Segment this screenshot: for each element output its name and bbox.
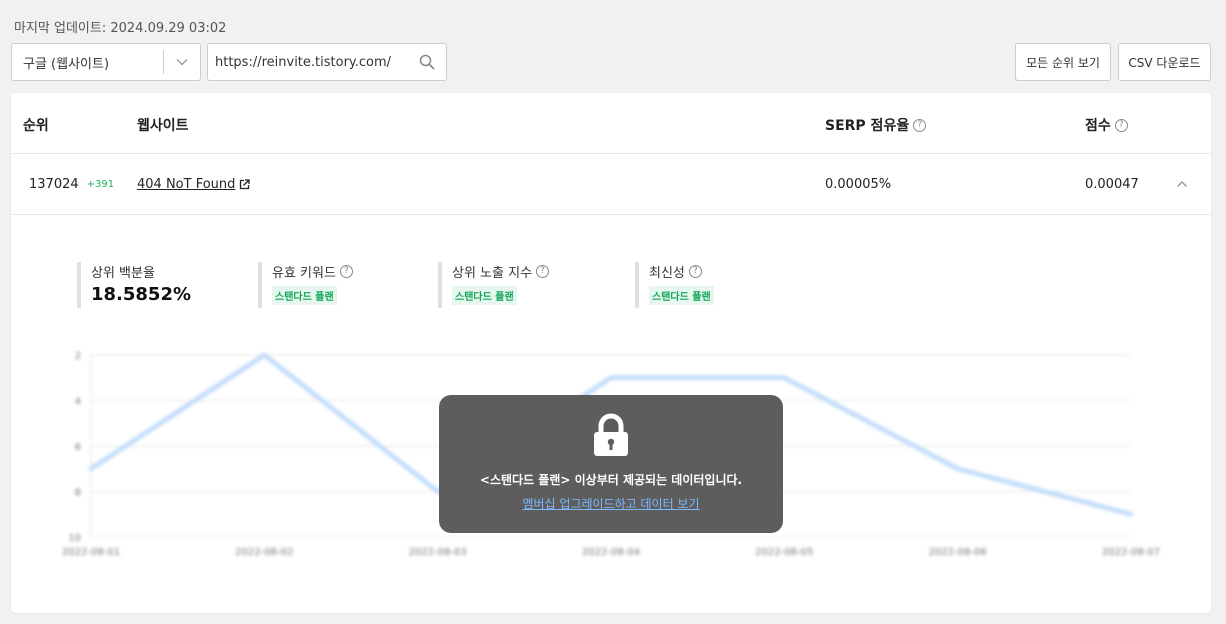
data-point (262, 353, 266, 357)
x-tick-label: 2022-08-06 (929, 547, 987, 558)
y-tick-label: 2 (75, 351, 81, 362)
column-website: 웹사이트 (137, 118, 189, 134)
column-rank: 순위 (23, 118, 49, 134)
website-link[interactable]: 404 NoT Found (137, 177, 235, 192)
view-all-rankings-button[interactable]: 모든 순위 보기 (1015, 43, 1111, 81)
metric-label-row: 최신성 ? (649, 262, 714, 281)
metric-exposure-index: 상위 노출 지수 ? 스탠다드 플랜 (438, 262, 550, 308)
metric-label-row: 상위 노출 지수 ? (452, 262, 550, 281)
column-serp: SERP 점유율 ? (825, 115, 927, 135)
data-point (956, 467, 960, 471)
upgrade-message: <스탠다드 플랜> 이상부터 제공되는 데이터입니다. (479, 473, 743, 487)
plan-badge: 스탠다드 플랜 (452, 286, 517, 305)
chevron-down-icon[interactable] (164, 58, 200, 66)
y-tick-label: 8 (75, 488, 81, 499)
plan-badge: 스탠다드 플랜 (649, 286, 714, 305)
x-tick-label: 2022-08-01 (62, 547, 120, 558)
column-score: 점수 ? (1085, 115, 1128, 135)
lock-icon (591, 413, 631, 461)
score-value: 0.00047 (1085, 177, 1139, 192)
data-point (609, 376, 613, 380)
metric-valid-keywords: 유효 키워드 ? 스탠다드 플랜 (258, 262, 353, 308)
rank-change-badge: +391 (86, 179, 115, 190)
y-tick-label: 4 (75, 397, 81, 408)
help-icon[interactable]: ? (913, 118, 927, 132)
serp-value: 0.00005% (825, 177, 892, 192)
csv-download-button[interactable]: CSV 다운로드 (1118, 43, 1211, 81)
x-tick-label: 2022-08-02 (235, 547, 293, 558)
engine-select[interactable]: 구글 (웹사이트) (11, 43, 201, 81)
metric-top-percentile: 상위 백분율 18.5852% (77, 262, 191, 308)
metric-label: 상위 백분율 (91, 266, 155, 281)
y-tick-label: 6 (75, 442, 81, 453)
data-point (1129, 512, 1133, 516)
help-icon[interactable]: ? (688, 265, 702, 278)
metric-value: 18.5852% (91, 284, 192, 305)
help-icon[interactable]: ? (1114, 118, 1128, 132)
data-point (89, 467, 93, 471)
ranking-card: 순위 웹사이트 SERP 점유율 ? 점수 ? 137024 +391 404 … (11, 93, 1211, 613)
x-tick-label: 2022-08-07 (1102, 547, 1160, 558)
y-tick-label: 10 (68, 533, 81, 544)
last-updated: 마지막 업데이트: 2024.09.29 03:02 (14, 21, 227, 36)
external-link-icon[interactable] (239, 179, 251, 190)
help-icon[interactable]: ? (536, 265, 550, 278)
website-cell: 404 NoT Found (137, 177, 251, 192)
metric-freshness: 최신성 ? 스탠다드 플랜 (635, 262, 714, 308)
x-tick-label: 2022-08-05 (755, 547, 813, 558)
metric-label-row: 유효 키워드 ? (272, 262, 353, 281)
rank-value: 137024 (29, 177, 79, 192)
upgrade-link[interactable]: 멤버십 업그레이드하고 데이터 보기 (439, 495, 783, 512)
x-tick-label: 2022-08-04 (582, 547, 640, 558)
engine-select-value: 구글 (웹사이트) (23, 56, 110, 72)
search-icon[interactable] (408, 44, 446, 80)
chevron-up-icon[interactable] (1176, 180, 1188, 188)
search-box (207, 43, 447, 81)
plan-badge: 스탠다드 플랜 (272, 286, 337, 305)
x-tick-label: 2022-08-03 (409, 547, 467, 558)
search-input[interactable] (208, 44, 408, 80)
upgrade-overlay: <스탠다드 플랜> 이상부터 제공되는 데이터입니다. 멤버십 업그레이드하고 … (439, 395, 783, 533)
data-point (782, 376, 786, 380)
help-icon[interactable]: ? (339, 265, 353, 278)
table-row: 137024 +391 404 NoT Found 0.00005% 0.000… (11, 154, 1211, 215)
rank-cell: 137024 +391 (29, 177, 114, 192)
table-header: 순위 웹사이트 SERP 점유율 ? 점수 ? (11, 93, 1211, 154)
